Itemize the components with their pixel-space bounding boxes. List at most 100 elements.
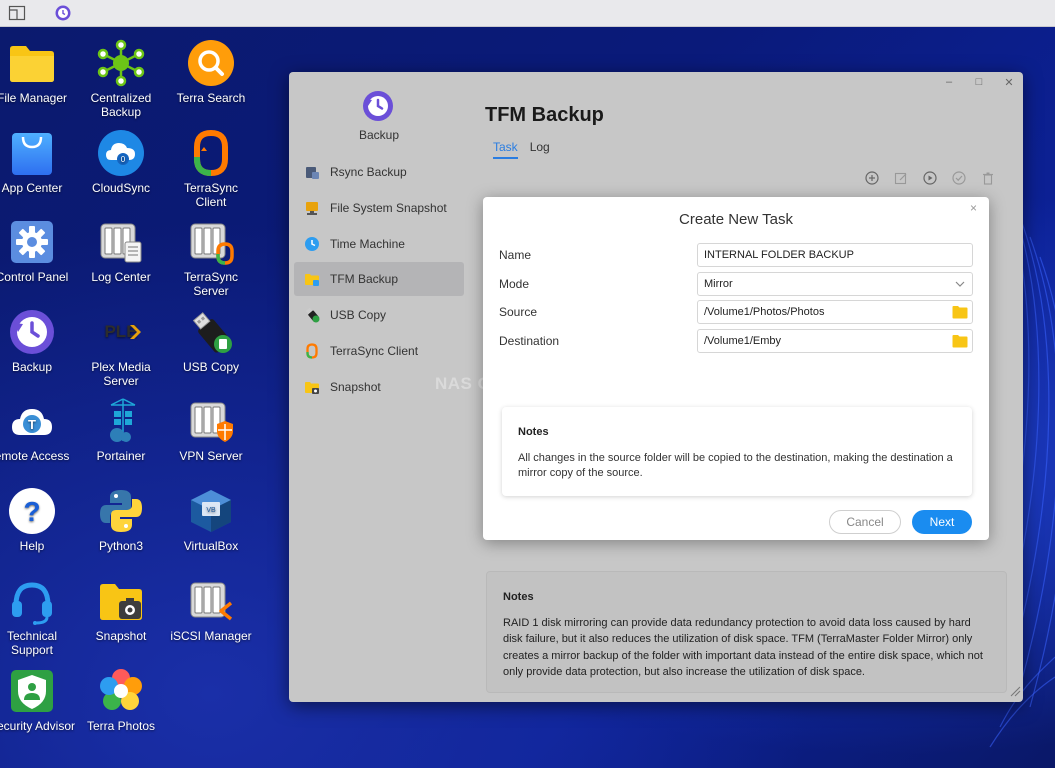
desktop-icon-centralized-backup[interactable]: Centralized Backup [77, 39, 165, 119]
destination-input[interactable]: /Volume1/Emby [697, 329, 973, 353]
desktop-icon-label: iSCSI Manager [170, 629, 252, 643]
log-center-icon [97, 218, 145, 266]
folder-browse-icon[interactable] [952, 334, 968, 348]
delete-icon[interactable] [980, 170, 996, 186]
desktop-icon-label: Help [19, 539, 45, 553]
desktop-icon-backup[interactable]: Backup [0, 308, 76, 374]
svg-text:T: T [28, 417, 36, 432]
terrasync-client-icon [187, 129, 235, 177]
desktop-icon-terrasync-server[interactable]: TerraSync Server [167, 218, 255, 298]
vpn-server-icon [187, 397, 235, 445]
cloud-sync-icon: 0 [97, 129, 145, 177]
tfm-backup-icon [304, 271, 320, 287]
desktop-icon-portainer[interactable]: Portainer [77, 397, 165, 463]
virtualbox-icon: VB [187, 487, 235, 535]
run-icon[interactable] [922, 170, 938, 186]
edit-icon[interactable] [893, 170, 909, 186]
desktop-icon-plex-media-server[interactable]: PLE Plex Media Server [77, 308, 165, 388]
desktop-icon-terra-search[interactable]: Terra Search [167, 39, 255, 105]
desktop-icon-label: VPN Server [179, 449, 243, 463]
sidebar-item-label: File System Snapshot [330, 201, 447, 215]
desktop-icon-help[interactable]: ? Help [0, 487, 76, 553]
desktop-icon-label: Security Advisor [0, 719, 76, 733]
source-value: /Volume1/Photos/Photos [704, 306, 825, 318]
desktop-icon-iscsi-manager[interactable]: iSCSI Manager [167, 577, 255, 643]
desktop-icon-label: File Manager [0, 91, 68, 105]
task-toolbar [864, 170, 996, 186]
desktop-icon-log-center[interactable]: Log Center [77, 218, 165, 284]
iscsi-manager-icon [187, 577, 235, 625]
desktop-icon-label: Centralized Backup [90, 91, 152, 119]
desktop-icon-usb-copy[interactable]: USB Copy [167, 308, 255, 374]
svg-text:?: ? [23, 496, 40, 527]
terra-photos-icon [97, 667, 145, 715]
add-icon[interactable] [864, 170, 880, 186]
rsync-icon [304, 164, 320, 180]
desktop-icon-label: VirtualBox [183, 539, 239, 553]
dialog-notes: Notes All changes in the source folder w… [502, 407, 972, 496]
sidebar-item-rsync-backup[interactable]: Rsync Backup [294, 155, 464, 189]
folder-browse-icon[interactable] [952, 305, 968, 319]
taskbar [0, 0, 1055, 27]
desktop-icon-label: Terra Search [176, 91, 246, 105]
tab-task[interactable]: Task [493, 140, 518, 159]
desktop-icon-label: TerraSync Server [183, 270, 239, 298]
taskbar-backup-icon[interactable] [52, 3, 74, 23]
snapshot-icon [304, 379, 320, 395]
mode-select[interactable]: Mirror [697, 272, 973, 296]
destination-row: Destination /Volume1/Emby [499, 329, 973, 353]
minimize-icon[interactable]: – [943, 76, 955, 89]
sidebar-item-terrasync-client[interactable]: TerraSync Client [294, 334, 464, 368]
desktop-icon-app-center[interactable]: App Center [0, 129, 76, 195]
app-name: Backup [358, 128, 400, 142]
maximize-icon[interactable]: □ [973, 76, 985, 89]
backup-clock-icon [8, 308, 56, 356]
name-input[interactable]: INTERNAL FOLDER BACKUP [697, 243, 973, 267]
sidebar-item-label: USB Copy [330, 308, 387, 322]
desktop-icon-technical-support[interactable]: Technical Support [0, 577, 76, 657]
chevron-down-icon [952, 277, 968, 291]
terrasync-server-icon [187, 218, 235, 266]
desktop-icon-file-manager[interactable]: File Manager [0, 39, 76, 105]
check-icon[interactable] [951, 170, 967, 186]
sidebar-item-label: Rsync Backup [330, 165, 407, 179]
desktop-icon-cloudsync[interactable]: 0 CloudSync [77, 129, 165, 195]
show-desktop-icon[interactable] [6, 3, 28, 23]
desktop-icon-security-advisor[interactable]: Security Advisor [0, 667, 76, 733]
backup-app-logo-icon [361, 89, 395, 123]
sidebar-item-tfm-backup[interactable]: TFM Backup [294, 262, 464, 296]
sidebar-item-time-machine[interactable]: Time Machine [294, 227, 464, 261]
desktop-icon-label: CloudSync [91, 181, 151, 195]
mode-row: Mode Mirror [499, 272, 973, 296]
mode-label: Mode [499, 277, 530, 291]
python-icon [97, 487, 145, 535]
search-icon [187, 39, 235, 87]
sidebar-item-usb-copy[interactable]: USB Copy [294, 298, 464, 332]
desktop-icon-terra-photos[interactable]: Terra Photos [77, 667, 165, 733]
sidebar-item-label: TFM Backup [330, 272, 399, 286]
notes-title: Notes [503, 591, 534, 603]
headset-icon [8, 577, 56, 625]
next-button[interactable]: Next [912, 510, 972, 534]
source-input[interactable]: /Volume1/Photos/Photos [697, 300, 973, 324]
sidebar-item-file-system-snapshot[interactable]: File System Snapshot [294, 191, 464, 225]
desktop-icon-remote-access[interactable]: T emote Access [0, 397, 76, 463]
usb-copy-icon [304, 307, 320, 323]
desktop-icon-snapshot[interactable]: Snapshot [77, 577, 165, 643]
tab-log[interactable]: Log [530, 140, 550, 159]
desktop-icon-python3[interactable]: Python3 [77, 487, 165, 553]
desktop-icon-vpn-server[interactable]: VPN Server [167, 397, 255, 463]
desktop-icon-control-panel[interactable]: Control Panel [0, 218, 76, 284]
svg-text:0: 0 [121, 155, 126, 164]
usb-drive-icon [187, 308, 235, 356]
resize-grip-icon[interactable] [1009, 685, 1021, 700]
plex-icon: PLE [97, 308, 145, 356]
close-icon[interactable]: ✕ [1003, 76, 1015, 89]
dialog-title: Create New Task [679, 211, 793, 228]
destination-label: Destination [499, 334, 560, 348]
desktop-icon-terrasync-client[interactable]: TerraSync Client [167, 129, 255, 209]
desktop-icon-virtualbox[interactable]: VB VirtualBox [167, 487, 255, 553]
mode-value: Mirror [704, 278, 733, 290]
cancel-button[interactable]: Cancel [829, 510, 901, 534]
desktop-icon-label: Log Center [91, 270, 151, 284]
